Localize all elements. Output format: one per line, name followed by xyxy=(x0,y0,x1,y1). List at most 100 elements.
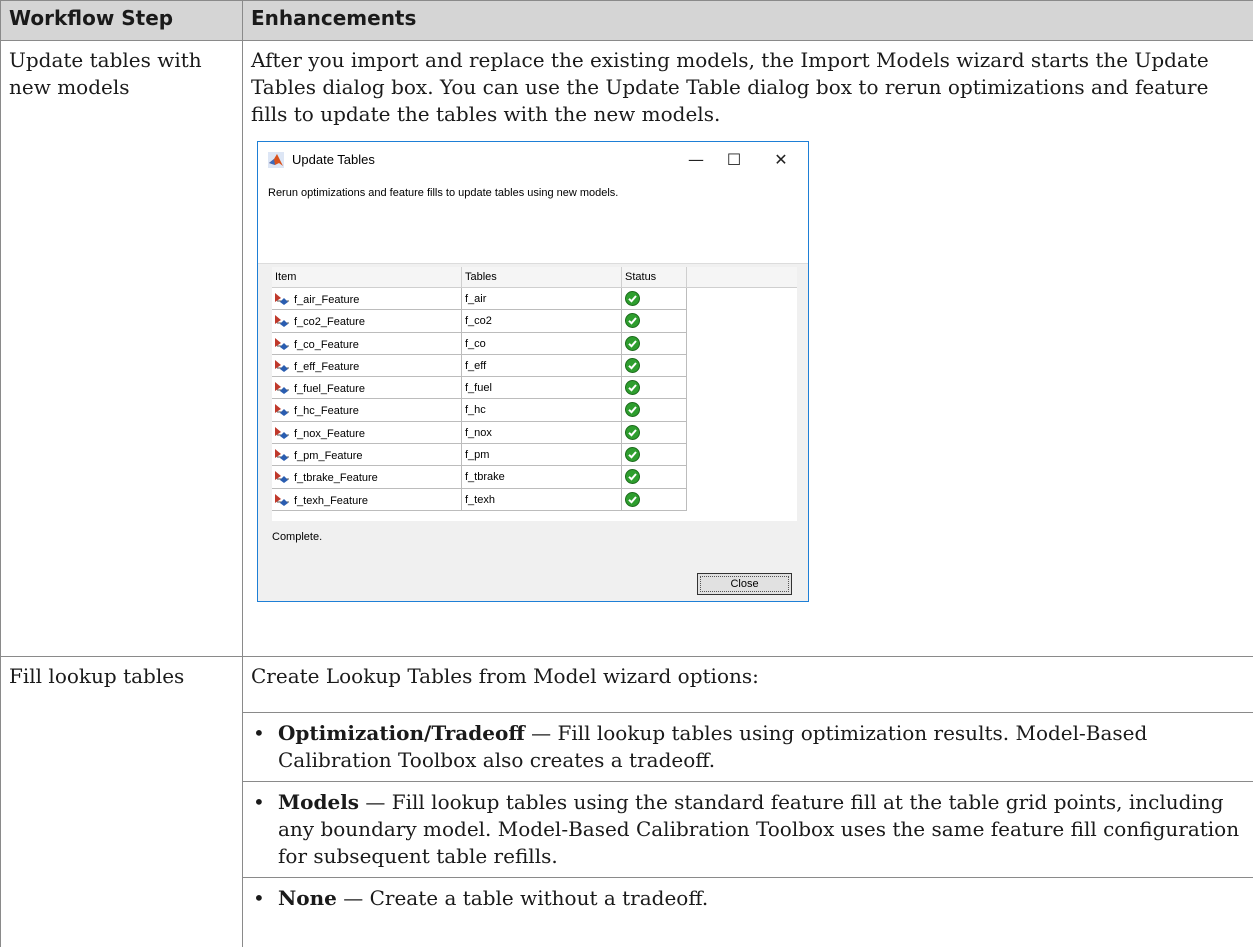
table-row[interactable]: f_co_Feature f_co xyxy=(272,332,797,355)
header-enhancements: Enhancements xyxy=(242,0,1253,41)
step-update-tables: Update tables with new models xyxy=(0,40,243,657)
table-header-row: Workflow Step Enhancements xyxy=(0,0,1253,41)
grid-cell-item[interactable]: f_nox_Feature xyxy=(272,421,462,445)
update-tables-description: After you import and replace the existin… xyxy=(251,48,1209,126)
bullet-icon: • xyxy=(253,790,265,814)
check-circle-icon xyxy=(625,291,640,306)
grid-cell-table[interactable]: f_pm xyxy=(462,444,622,467)
check-circle-icon xyxy=(625,313,640,329)
item-name: f_co2_Feature xyxy=(294,316,365,329)
enhancement-cell: Create Lookup Tables from Model wizard o… xyxy=(242,656,1253,947)
feature-icon xyxy=(274,449,292,462)
grid-cell-table[interactable]: f_co xyxy=(462,332,622,355)
table-row[interactable]: f_hc_Feature f_hc xyxy=(272,399,797,422)
grid-cell-status[interactable] xyxy=(622,332,687,355)
list-item: • Optimization/Tradeoff — Fill lookup tab… xyxy=(243,712,1253,781)
matlab-icon xyxy=(268,152,284,168)
update-tables-dialog: Update Tables — ☐ ✕ Rerun optimizations … xyxy=(257,141,809,602)
feature-icon xyxy=(274,315,292,328)
minimize-icon[interactable]: — xyxy=(678,146,714,174)
close-icon[interactable]: ✕ xyxy=(763,146,799,174)
grid-cell-status[interactable] xyxy=(622,354,687,378)
grid-cell-item[interactable]: f_texh_Feature xyxy=(272,488,462,511)
feature-icon xyxy=(274,404,292,417)
close-button[interactable]: Close xyxy=(697,573,792,595)
feature-icon xyxy=(274,293,292,305)
dialog-status-text: Complete. xyxy=(272,531,323,543)
table-row[interactable]: f_pm_Feature f_pm xyxy=(272,444,797,467)
dialog-title: Update Tables xyxy=(292,152,375,167)
check-circle-icon xyxy=(625,335,640,351)
grid-cell-item[interactable]: f_pm_Feature xyxy=(272,444,462,467)
dialog-titlebar: Update Tables — ☐ ✕ xyxy=(258,142,808,179)
grid-cell-table[interactable]: f_fuel xyxy=(462,377,622,400)
grid-cell-table[interactable]: f_tbrake xyxy=(462,466,622,489)
grid-cell-status[interactable] xyxy=(622,488,687,511)
enhancement-cell: After you import and replace the existin… xyxy=(242,40,1253,657)
grid-cell-status[interactable] xyxy=(622,466,687,489)
grid-cell-status[interactable] xyxy=(622,310,687,333)
item-name: f_tbrake_Feature xyxy=(294,472,378,485)
option-description: — Create a table without a tradeoff. xyxy=(336,886,709,910)
feature-icon xyxy=(274,471,292,484)
option-term: Optimization/Tradeoff xyxy=(278,721,525,745)
column-header-status[interactable]: Status xyxy=(622,267,687,287)
option-term: None xyxy=(278,886,337,910)
item-name: f_eff_Feature xyxy=(294,360,360,373)
column-header-tables[interactable]: Tables xyxy=(462,267,622,287)
feature-icon xyxy=(274,426,292,439)
table-row: Fill lookup tables Create Lookup Tables … xyxy=(0,656,1253,947)
check-circle-icon xyxy=(625,491,640,507)
check-circle-icon xyxy=(625,357,640,373)
grid-cell-table[interactable]: f_eff xyxy=(462,354,622,378)
maximize-icon[interactable]: ☐ xyxy=(716,146,752,174)
item-name: f_hc_Feature xyxy=(294,405,359,418)
grid-cell-table[interactable]: f_air xyxy=(462,288,622,311)
table-row[interactable]: f_co2_Feature f_co2 xyxy=(272,310,797,333)
grid-cell-item[interactable]: f_hc_Feature xyxy=(272,399,462,422)
check-circle-icon xyxy=(625,424,640,440)
list-item: • None — Create a table without a tradeof… xyxy=(243,877,1253,919)
grid-cell-status[interactable] xyxy=(622,421,687,445)
grid-cell-status[interactable] xyxy=(622,399,687,422)
step-fill-lookup-tables: Fill lookup tables xyxy=(0,656,243,947)
check-circle-icon xyxy=(625,402,640,418)
table-row[interactable]: f_air_Feature f_air xyxy=(272,288,797,311)
feature-icon xyxy=(274,382,292,395)
dialog-message: Rerun optimizations and feature fills to… xyxy=(268,187,619,199)
grid-cell-status[interactable] xyxy=(622,377,687,400)
grid-cell-item[interactable]: f_tbrake_Feature xyxy=(272,466,462,489)
item-name: f_fuel_Feature xyxy=(294,383,365,396)
grid-cell-table[interactable]: f_hc xyxy=(462,399,622,422)
list-item: • Models — Fill lookup tables using the s… xyxy=(243,781,1253,877)
table-row[interactable]: f_nox_Feature f_nox xyxy=(272,421,797,445)
grid-cell-item[interactable]: f_air_Feature xyxy=(272,288,462,311)
item-name: f_air_Feature xyxy=(294,294,360,306)
table-row[interactable]: f_texh_Feature f_texh xyxy=(272,488,797,511)
item-name: f_pm_Feature xyxy=(294,450,363,463)
feature-icon xyxy=(274,493,292,506)
grid-cell-table[interactable]: f_co2 xyxy=(462,310,622,333)
check-circle-icon xyxy=(625,469,640,485)
bullet-icon: • xyxy=(253,886,265,910)
options-list: • Optimization/Tradeoff — Fill lookup tab… xyxy=(243,712,1253,919)
dialog-message-area: Rerun optimizations and feature fills to… xyxy=(258,179,808,264)
grid-cell-item[interactable]: f_fuel_Feature xyxy=(272,377,462,400)
check-circle-icon xyxy=(625,447,640,463)
bullet-icon: • xyxy=(253,721,265,745)
table-row[interactable]: f_fuel_Feature f_fuel xyxy=(272,377,797,400)
feature-icon xyxy=(274,337,292,350)
table-row[interactable]: f_tbrake_Feature f_tbrake xyxy=(272,466,797,489)
grid-cell-table[interactable]: f_nox xyxy=(462,421,622,445)
results-grid: Item Tables Status f_air_Feature f_air f_c… xyxy=(272,267,797,521)
table-row[interactable]: f_eff_Feature f_eff xyxy=(272,354,797,378)
grid-cell-item[interactable]: f_co2_Feature xyxy=(272,310,462,333)
grid-cell-status[interactable] xyxy=(622,288,687,311)
grid-header: Item Tables Status xyxy=(272,267,797,288)
grid-cell-item[interactable]: f_eff_Feature xyxy=(272,354,462,378)
option-description: — Fill lookup tables using the standard … xyxy=(278,790,1240,868)
grid-cell-item[interactable]: f_co_Feature xyxy=(272,332,462,355)
grid-cell-status[interactable] xyxy=(622,444,687,467)
column-header-item[interactable]: Item xyxy=(272,267,462,287)
grid-cell-table[interactable]: f_texh xyxy=(462,488,622,511)
